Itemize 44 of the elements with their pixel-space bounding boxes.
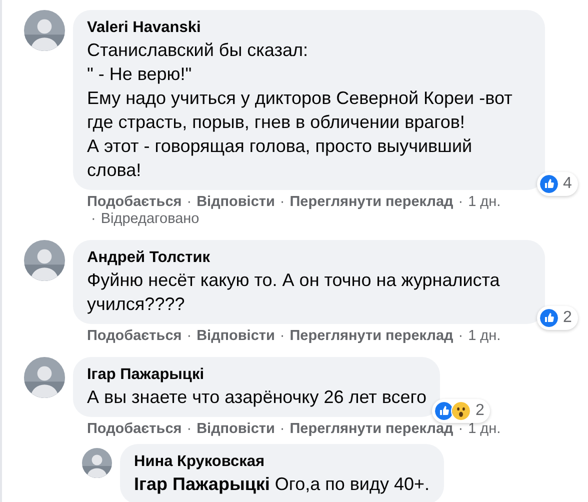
timestamp[interactable]: 1 дн. bbox=[468, 194, 501, 210]
timestamp[interactable]: 1 дн. bbox=[468, 421, 501, 437]
separator-dot: · bbox=[457, 421, 464, 437]
reaction-count: 4 bbox=[563, 174, 572, 194]
separator-dot: · bbox=[186, 194, 193, 210]
separator-dot: · bbox=[186, 328, 193, 344]
surprised-face-icon bbox=[451, 401, 472, 421]
separator-dot: · bbox=[457, 328, 464, 344]
comment-text: А вы знаете что азарёночку 26 лет всего bbox=[87, 386, 426, 409]
reaction-badge[interactable]: 2 bbox=[432, 399, 490, 423]
action-link[interactable]: Переглянути переклад bbox=[290, 194, 454, 210]
author-name[interactable]: Valeri Havanski bbox=[87, 18, 531, 38]
action-link[interactable]: Відповісти bbox=[196, 328, 275, 344]
reaction-badge[interactable]: 4 bbox=[537, 172, 578, 196]
thumbs-up-icon bbox=[539, 174, 559, 194]
separator-dot: · bbox=[278, 328, 286, 344]
edited-label: Відредаговано bbox=[100, 211, 200, 227]
separator-dot: · bbox=[278, 194, 286, 210]
thumbs-up-icon bbox=[539, 308, 559, 328]
reaction-badge[interactable]: 2 bbox=[537, 306, 578, 330]
separator-dot: · bbox=[91, 211, 97, 227]
action-link[interactable]: Відповісти bbox=[196, 421, 275, 437]
action-link[interactable]: Переглянути переклад bbox=[290, 328, 454, 344]
separator-dot: · bbox=[457, 194, 464, 210]
separator-dot: · bbox=[186, 421, 193, 437]
author-name[interactable]: Ігар Пажарыцкі bbox=[87, 365, 426, 385]
reaction-count: 2 bbox=[563, 308, 572, 328]
comment-text: Ігар Пажарыцкі Ого,а по виду 40+. bbox=[134, 473, 430, 496]
comment-text: А этот - говорящая голова, просто выучивший слова! bbox=[87, 135, 474, 182]
comment-text: Ему надо учиться у дикторов Северной Кореи -вот где страсть, порыв, гнев в обличении врагов! bbox=[87, 87, 514, 134]
separator-dot: · bbox=[278, 421, 286, 437]
action-link[interactable]: Відповісти bbox=[196, 194, 275, 210]
action-link[interactable]: Подобається bbox=[87, 194, 182, 210]
action-link[interactable]: Переглянути переклад bbox=[290, 421, 454, 437]
thumbs-up-icon bbox=[434, 401, 454, 421]
author-name[interactable]: Нина Круковская bbox=[134, 452, 430, 472]
comment-text: Фуйню несёт какую то. А он точно на журналиста учился???? bbox=[87, 269, 501, 316]
reaction-count: 2 bbox=[475, 401, 484, 421]
author-name[interactable]: Андрей Толстик bbox=[87, 248, 531, 268]
comment-text: " - Не верю!" bbox=[87, 63, 193, 86]
timestamp[interactable]: 1 дн. bbox=[468, 328, 501, 344]
comment-text: Станиславский бы сказал: bbox=[87, 39, 310, 62]
action-link[interactable]: Подобається bbox=[87, 328, 182, 344]
action-link[interactable]: Подобається bbox=[87, 421, 182, 437]
